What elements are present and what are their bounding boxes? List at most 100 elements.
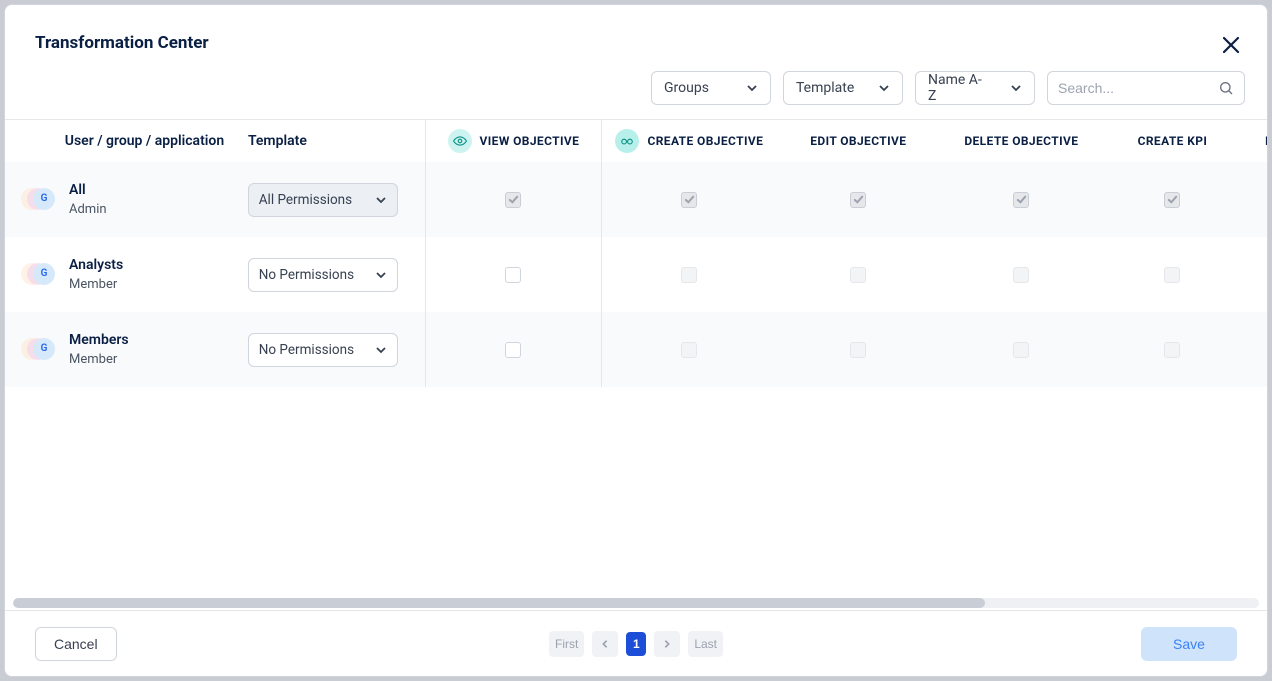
- modal-header: Transformation Center: [5, 5, 1267, 57]
- check-icon: [853, 194, 864, 205]
- pagination-first[interactable]: First: [549, 631, 584, 657]
- group-avatar: G: [21, 338, 57, 362]
- permission-checkbox[interactable]: [1013, 267, 1029, 283]
- permission-cell: [426, 237, 601, 312]
- check-icon: [684, 194, 695, 205]
- chevron-down-icon: [878, 82, 890, 94]
- template-select-value: No Permissions: [259, 267, 354, 283]
- column-header-export-objective: EXPORT OBJECTIVE: [1242, 120, 1267, 162]
- permission-cell: [602, 237, 777, 312]
- group-avatar: G: [21, 263, 57, 287]
- search-input[interactable]: [1058, 80, 1210, 96]
- group-role: Member: [69, 352, 129, 367]
- permission-cell: [1103, 162, 1242, 237]
- column-header-user: User / group / application: [5, 120, 248, 162]
- permission-cell: [1242, 162, 1267, 237]
- table-row: G Analysts Member No Permissions: [5, 237, 1267, 312]
- group-name: Analysts: [69, 257, 123, 273]
- permission-cell: [1103, 312, 1242, 387]
- permission-checkbox[interactable]: [850, 192, 866, 208]
- permission-cell: [940, 162, 1103, 237]
- permission-cell: [777, 312, 940, 387]
- eye-icon: [448, 129, 472, 153]
- permission-checkbox[interactable]: [505, 342, 521, 358]
- user-cell: G Analysts Member: [5, 237, 248, 312]
- template-select[interactable]: No Permissions: [248, 333, 398, 367]
- permission-cell: [602, 312, 777, 387]
- template-select-value: No Permissions: [259, 342, 354, 358]
- permission-cell: [777, 162, 940, 237]
- chevron-down-icon: [375, 269, 387, 281]
- permission-checkbox[interactable]: [1013, 192, 1029, 208]
- user-cell: G Members Member: [5, 312, 248, 387]
- filter-template-label: Template: [796, 80, 854, 96]
- pagination-last[interactable]: Last: [688, 631, 723, 657]
- group-role: Admin: [69, 202, 107, 217]
- permission-cell: [602, 162, 777, 237]
- template-select[interactable]: All Permissions: [248, 183, 398, 217]
- permission-cell: [426, 162, 601, 237]
- search-icon: [1218, 80, 1234, 96]
- filter-sort-select[interactable]: Name A-Z: [915, 71, 1035, 105]
- chevron-down-icon: [375, 194, 387, 206]
- filter-groups-select[interactable]: Groups: [651, 71, 771, 105]
- chevron-down-icon: [746, 82, 758, 94]
- filter-groups-label: Groups: [664, 80, 709, 96]
- permission-checkbox[interactable]: [505, 192, 521, 208]
- chevron-down-icon: [1010, 82, 1022, 94]
- glasses-icon: [615, 129, 639, 153]
- permission-cell: [777, 237, 940, 312]
- filter-sort-label: Name A-Z: [928, 72, 986, 104]
- chevron-left-icon: [600, 639, 610, 649]
- permission-cell: [940, 312, 1103, 387]
- group-role: Member: [69, 277, 123, 292]
- cancel-button[interactable]: Cancel: [35, 627, 117, 661]
- group-avatar: G: [21, 188, 57, 212]
- column-header-template: Template: [248, 120, 425, 162]
- modal-title: Transformation Center: [35, 33, 209, 53]
- permission-checkbox[interactable]: [850, 342, 866, 358]
- column-header-create-objective: CREATE OBJECTIVE: [602, 120, 777, 162]
- permissions-table: User / group / application Template VIEW…: [5, 119, 1267, 610]
- permission-cell: [1242, 237, 1267, 312]
- permission-checkbox[interactable]: [1164, 267, 1180, 283]
- table-header-row: User / group / application Template VIEW…: [5, 120, 1267, 162]
- column-header-view-objective: VIEW OBJECTIVE: [426, 120, 601, 162]
- permission-cell: [1103, 237, 1242, 312]
- permission-checkbox[interactable]: [505, 267, 521, 283]
- permission-checkbox[interactable]: [1164, 192, 1180, 208]
- user-cell: G All Admin: [5, 162, 248, 237]
- close-button[interactable]: [1219, 33, 1243, 57]
- check-icon: [508, 194, 519, 205]
- group-name: Members: [69, 332, 129, 348]
- modal-dialog: Transformation Center Groups Template Na…: [4, 4, 1268, 677]
- pagination-prev[interactable]: [592, 631, 618, 657]
- permission-checkbox[interactable]: [1164, 342, 1180, 358]
- column-header-delete-objective: DELETE OBJECTIVE: [940, 120, 1103, 162]
- permission-cell: [1242, 312, 1267, 387]
- chevron-down-icon: [375, 344, 387, 356]
- save-button[interactable]: Save: [1141, 627, 1237, 661]
- template-select-value: All Permissions: [259, 192, 352, 208]
- pagination-next[interactable]: [654, 631, 680, 657]
- horizontal-scrollbar[interactable]: [13, 598, 1259, 608]
- group-name: All: [69, 182, 107, 198]
- template-select[interactable]: No Permissions: [248, 258, 398, 292]
- pagination-page-current[interactable]: 1: [626, 632, 646, 656]
- permission-checkbox[interactable]: [681, 342, 697, 358]
- permission-checkbox[interactable]: [1013, 342, 1029, 358]
- filter-template-select[interactable]: Template: [783, 71, 903, 105]
- close-icon: [1219, 33, 1243, 57]
- permission-checkbox[interactable]: [850, 267, 866, 283]
- template-cell: All Permissions: [248, 162, 425, 237]
- permission-cell: [426, 312, 601, 387]
- search-field[interactable]: [1047, 71, 1245, 105]
- table-row: G All Admin All Permissions: [5, 162, 1267, 237]
- table-row: G Members Member No Permissions: [5, 312, 1267, 387]
- permission-checkbox[interactable]: [681, 192, 697, 208]
- chevron-right-icon: [662, 639, 672, 649]
- permission-checkbox[interactable]: [681, 267, 697, 283]
- scrollbar-thumb[interactable]: [13, 598, 985, 608]
- column-header-edit-objective: EDIT OBJECTIVE: [777, 120, 940, 162]
- template-cell: No Permissions: [248, 312, 425, 387]
